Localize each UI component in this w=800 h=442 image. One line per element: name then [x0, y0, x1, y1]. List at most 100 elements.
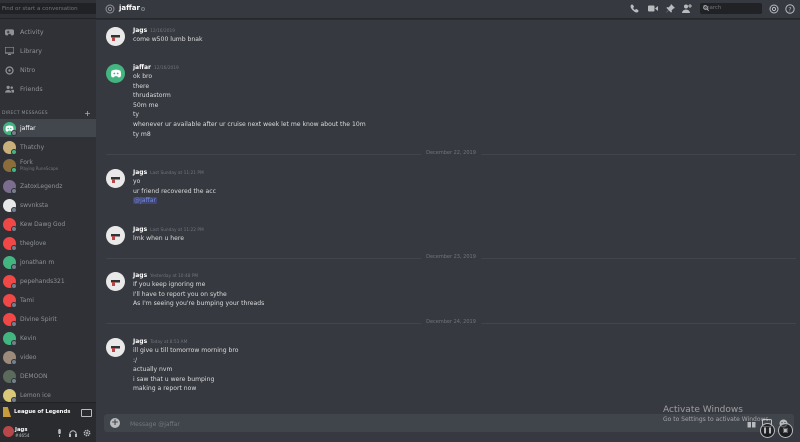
message-line: yo — [133, 178, 141, 185]
friends-icon — [5, 85, 14, 94]
message-list: Jags 12/16/2019 come w500 lumb bnak jaffa… — [96, 19, 800, 411]
dm-name: theglove — [20, 239, 47, 247]
screen-share-icon[interactable] — [81, 409, 92, 417]
jags-avatar[interactable] — [106, 27, 125, 46]
date-divider: December 23, 2019 — [106, 254, 796, 262]
channel-name: jaffar — [119, 4, 140, 12]
user-avatar[interactable] — [3, 426, 14, 437]
message-author[interactable]: Jags Today at 8:53 AM — [133, 338, 187, 345]
dm-name: jaffar — [20, 124, 36, 132]
nav-activity-label: Activity — [20, 28, 44, 36]
gun-avatar-icon — [110, 233, 120, 240]
message-author[interactable]: Jags Last Sunday at 11:21 PM — [133, 169, 204, 176]
dm-name: Tami — [20, 296, 34, 304]
headphones-icon[interactable] — [69, 429, 77, 437]
dm-sidebar: Activity Library Nitro Friends DIRECT ME… — [0, 0, 96, 442]
message-author[interactable]: Jags 12/16/2019 — [133, 27, 175, 34]
message-input[interactable] — [128, 417, 662, 431]
avatar — [3, 198, 17, 213]
message-author[interactable]: Jags Yesterday at 10:48 PM — [133, 272, 198, 279]
jags-avatar[interactable] — [106, 169, 125, 188]
gun-avatar-icon — [110, 279, 120, 286]
pause-icon[interactable]: ❚❚ — [760, 423, 775, 438]
dm-item-jonathan-m[interactable]: jonathan m — [0, 253, 96, 271]
message-timestamp: 12/16/2019 — [150, 29, 175, 34]
avatar — [3, 274, 17, 289]
avatar — [3, 388, 17, 403]
expand-icon[interactable]: ▣ — [778, 423, 793, 438]
username: Jags — [15, 427, 28, 433]
nav-friends[interactable]: Friends — [0, 81, 96, 97]
author-name: Jags — [133, 338, 148, 345]
dm-name: DEMOON — [20, 372, 48, 380]
dm-item-thatchy[interactable]: Thatchy — [0, 138, 96, 156]
status-indicator — [11, 282, 17, 289]
message-timestamp: Last Sunday at 11:22 PM — [150, 228, 204, 233]
message-line: i saw that u were bumping — [133, 375, 215, 383]
dm-item-pepehands321[interactable]: pepehands321 — [0, 272, 96, 290]
upload-plus-icon[interactable]: + — [110, 418, 120, 428]
pinned-messages-icon[interactable] — [665, 3, 676, 14]
find-conversation-input[interactable] — [0, 3, 96, 14]
dm-item-swvnksta[interactable]: swvnksta — [0, 196, 96, 214]
author-name: jaffar — [133, 64, 151, 71]
avatar — [3, 369, 17, 384]
message-author[interactable]: jaffar 12/16/2019 — [133, 64, 179, 71]
message-line: ok bro — [133, 73, 153, 80]
dm-item-zatoxlegendz[interactable]: ZatoxLegendz — [0, 177, 96, 195]
help-icon[interactable]: ? — [784, 3, 795, 14]
new-dm-plus-icon[interactable]: + — [84, 109, 91, 118]
avatar — [3, 312, 17, 327]
dm-item-theglove[interactable]: theglove — [0, 234, 96, 252]
status-indicator — [11, 358, 17, 365]
message-line: ill give u till tomorrow morning bro — [133, 347, 239, 354]
dm-item-divine-spirit[interactable]: Divine Spirit — [0, 310, 96, 328]
avatar — [3, 236, 17, 251]
microphone-icon[interactable] — [55, 429, 63, 437]
message-line: ty m8 — [133, 130, 151, 138]
nav-library[interactable]: Library — [0, 43, 96, 59]
jags-avatar[interactable] — [106, 338, 125, 357]
message-author[interactable]: Jags Last Sunday at 11:22 PM — [133, 226, 204, 233]
watermark-title: Activate Windows — [663, 405, 743, 415]
avatar — [3, 217, 17, 232]
dm-item-video[interactable]: video — [0, 348, 96, 366]
dm-name: pepehands321 — [20, 277, 65, 285]
dm-name: Thatchy — [20, 143, 45, 151]
jags-avatar[interactable] — [106, 226, 125, 245]
activate-windows-watermark: Activate Windows Go to Settings to activ… — [663, 405, 770, 423]
message-line: there — [133, 82, 150, 90]
dm-item-tami[interactable]: Tami — [0, 291, 96, 309]
jags-avatar[interactable] — [106, 272, 125, 291]
status-indicator — [141, 7, 145, 11]
mentions-icon[interactable] — [768, 3, 779, 14]
search-messages-input[interactable]: Search — [700, 3, 762, 14]
add-friend-icon[interactable] — [681, 3, 692, 14]
dm-item-jaffar[interactable]: jaffar — [0, 119, 96, 137]
video-call-icon[interactable] — [647, 3, 658, 14]
dm-item-kevin[interactable]: Kevin — [0, 329, 96, 347]
dm-item-fork[interactable]: Fork Playing RuneScape — [0, 156, 96, 174]
avatar — [3, 140, 17, 155]
dm-name: Fork — [20, 159, 33, 166]
settings-gear-icon[interactable] — [83, 429, 91, 437]
channel-header: jaffar Search ? — [96, 0, 800, 19]
dm-item-demoon[interactable]: DEMOON — [0, 367, 96, 385]
status-indicator — [11, 225, 17, 232]
nitro-icon — [5, 65, 14, 75]
message-line: I'll have to report you on sythe — [133, 290, 227, 298]
nav-activity[interactable]: Activity — [0, 24, 96, 40]
voice-call-icon[interactable] — [629, 3, 640, 14]
nav-nitro[interactable]: Nitro — [0, 62, 96, 78]
dm-item-kew-dawg-god[interactable]: Kew Dawg God — [0, 215, 96, 233]
direct-messages-title: DIRECT MESSAGES — [2, 110, 48, 116]
author-name: Jags — [133, 27, 148, 34]
status-indicator — [11, 263, 17, 270]
nav-friends-label: Friends — [20, 85, 43, 93]
at-mention-icon — [104, 3, 115, 14]
gun-avatar-icon — [110, 345, 120, 352]
gun-avatar-icon — [110, 176, 120, 183]
dm-name: video — [20, 353, 37, 361]
jaffar-avatar[interactable] — [106, 64, 125, 83]
user-mention[interactable]: @jaffar — [133, 197, 157, 205]
